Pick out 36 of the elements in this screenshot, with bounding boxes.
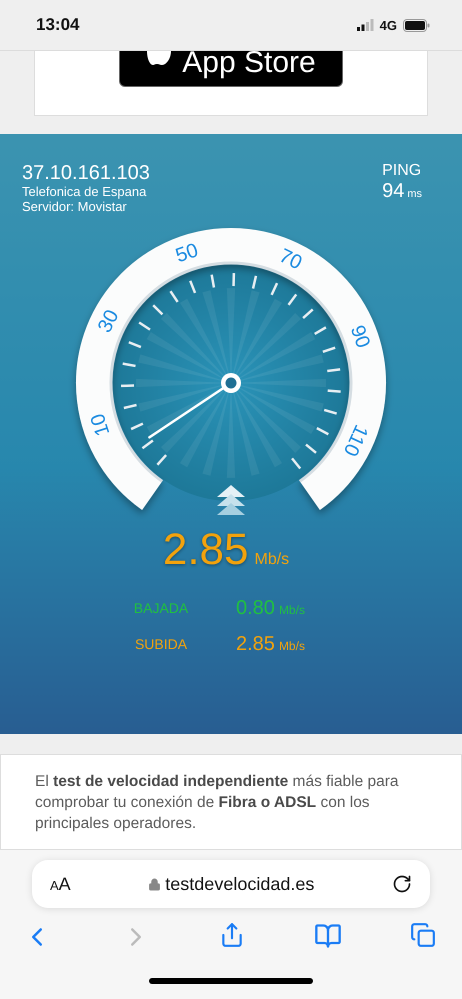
network-type: 4G [380,18,397,32]
app-store-badge[interactable]: App Store [119,51,343,87]
result-unit: Mb/s [278,639,305,653]
scale-label: 10 [86,410,114,439]
result-label: SUBIDA [134,635,188,654]
reload-icon[interactable] [392,874,412,894]
scale-label: 70 [276,244,306,274]
speed-value: 2.85 [162,525,248,575]
apple-icon [146,51,172,65]
battery-icon [403,18,430,32]
result-unit: Mb/s [278,603,305,617]
upload-arrows-icon [217,485,245,515]
ping-value: 94 [382,180,404,202]
result-label: BAJADA [132,599,190,618]
scale-label: 90 [346,322,374,351]
url-text: testdevelocidad.es [165,874,314,894]
scale-label: 110 [338,421,372,460]
address-bar[interactable]: AA testdevelocidad.es [32,860,430,908]
needle-hub [221,373,241,393]
text-size-button[interactable]: AA [50,874,71,894]
ip-address: 37.10.161.103 [22,162,150,184]
clock-time: 13:04 [36,15,80,35]
isp-name: Telefonica de Espana [22,184,148,199]
ping-unit: ms [407,188,422,200]
signal-icon [356,19,374,31]
tabs-button[interactable] [410,922,436,948]
speed-unit: Mb/s [254,551,290,569]
server-name: Servidor: Movistar [22,199,128,214]
result-value: 0.80 [236,597,275,619]
scale-label: 30 [94,306,124,336]
description-text: El test de velocidad independiente más fiable para comprobar tu conexión de Fibra o ADSL con los principales operadores. [35,772,400,834]
scale-label: 50 [172,239,202,268]
ping-label: PING [382,162,422,180]
bookmarks-button[interactable] [314,922,342,950]
result-value: 2.85 [236,633,275,655]
lock-icon [148,878,162,890]
